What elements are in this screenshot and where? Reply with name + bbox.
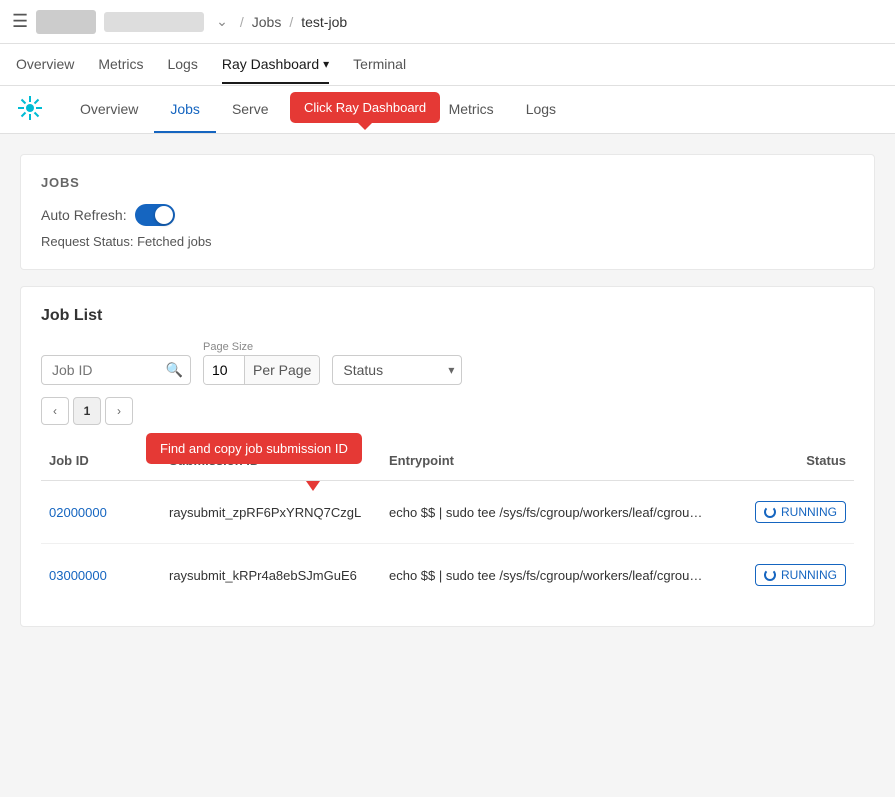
ray-nav-logs[interactable]: Logs	[510, 87, 572, 133]
page-size-label: Page Size	[203, 341, 320, 353]
table-row: 03000000 raysubmit_kRPr4a8ebSJmGuE6 echo…	[41, 544, 854, 606]
ray-nav: Overview Jobs Serve Cluster Actors Metri…	[0, 86, 895, 134]
menu-icon[interactable]: ☰	[12, 11, 28, 32]
job-list-title: Job List	[41, 307, 854, 325]
auto-refresh-label: Auto Refresh:	[41, 207, 127, 223]
jobs-section: JOBS Auto Refresh: Request Status: Fetch…	[20, 154, 875, 270]
submission-id-cell-1: raysubmit_kRPr4a8ebSJmGuE6	[161, 564, 381, 587]
breadcrumb-separator-slash: /	[240, 14, 244, 30]
spinner-icon-1	[764, 569, 776, 581]
col-header-entrypoint: Entrypoint	[381, 449, 714, 472]
pagination-row: ‹ 1 › Find and copy job submission ID	[41, 397, 854, 425]
job-table: Job ID Submission ID Entrypoint Status 0…	[41, 441, 854, 606]
controls-row: 🔍 Page Size Per Page Status RUNNING SUCC…	[41, 341, 854, 385]
tab-overview[interactable]: Overview	[16, 46, 74, 84]
auto-refresh-row: Auto Refresh:	[41, 204, 854, 226]
entrypoint-cell-0: echo $$ | sudo tee /sys/fs/cgroup/worker…	[381, 501, 714, 524]
page-size-input[interactable]	[204, 356, 244, 384]
auto-refresh-toggle[interactable]	[135, 204, 175, 226]
tab-terminal[interactable]: Terminal	[353, 46, 406, 84]
url-placeholder	[104, 12, 204, 32]
ray-nav-actors[interactable]: Actors	[361, 87, 433, 133]
table-header: Job ID Submission ID Entrypoint Status	[41, 441, 854, 481]
dropdown-arrow-icon: ▾	[323, 57, 329, 71]
breadcrumb-separator: ⌄	[216, 13, 228, 30]
jobs-section-title: JOBS	[41, 175, 854, 190]
ray-nav-jobs[interactable]: Jobs	[154, 87, 216, 133]
breadcrumb-jobs: Jobs	[252, 14, 282, 30]
next-page-button[interactable]: ›	[105, 397, 133, 425]
top-bar: ☰ ⌄ / Jobs / test-job	[0, 0, 895, 44]
col-header-job-id: Job ID	[41, 449, 161, 472]
ray-nav-serve[interactable]: Serve	[216, 87, 285, 133]
search-box: 🔍	[41, 355, 191, 385]
job-list-section: Job List 🔍 Page Size Per Page Status RUN…	[20, 286, 875, 627]
submission-id-cell-0: raysubmit_zpRF6PxYRNQ7CzgL	[161, 501, 381, 524]
spinner-icon-0	[764, 506, 776, 518]
tab-metrics[interactable]: Metrics	[98, 46, 143, 84]
ray-nav-container: Overview Jobs Serve Cluster Actors Metri…	[0, 86, 895, 134]
status-cell-0: RUNNING	[714, 497, 854, 527]
tab-logs[interactable]: Logs	[167, 46, 197, 84]
breadcrumb-test-job: test-job	[301, 14, 347, 30]
per-page-label: Per Page	[244, 356, 319, 384]
main-content: JOBS Auto Refresh: Request Status: Fetch…	[0, 134, 895, 734]
prev-page-button[interactable]: ‹	[41, 397, 69, 425]
entrypoint-cell-1: echo $$ | sudo tee /sys/fs/cgroup/worker…	[381, 564, 714, 587]
col-header-submission-id: Submission ID	[161, 449, 381, 472]
ray-nav-metrics[interactable]: Metrics	[433, 87, 510, 133]
submission-tooltip-arrow	[306, 481, 320, 491]
status-select[interactable]: Status RUNNING SUCCEEDED FAILED	[332, 355, 462, 385]
ray-logo	[16, 94, 44, 125]
status-badge-1: RUNNING	[755, 564, 846, 586]
search-icon: 🔍	[166, 362, 183, 379]
tab-bar: Overview Metrics Logs Ray Dashboard ▾ Te…	[0, 44, 895, 86]
tab-ray-dashboard[interactable]: Ray Dashboard ▾	[222, 46, 329, 84]
page-size-container: Page Size Per Page	[203, 341, 320, 385]
page-size-box: Per Page	[203, 355, 320, 385]
job-id-cell-0[interactable]: 02000000	[41, 501, 161, 524]
page-1-button[interactable]: 1	[73, 397, 101, 425]
logo-placeholder	[36, 10, 96, 34]
job-id-cell-1[interactable]: 03000000	[41, 564, 161, 587]
breadcrumb-separator2: /	[289, 14, 293, 30]
status-cell-1: RUNNING	[714, 560, 854, 590]
status-select-wrapper: Status RUNNING SUCCEEDED FAILED ▾	[332, 355, 462, 385]
ray-nav-overview[interactable]: Overview	[64, 87, 154, 133]
ray-nav-cluster[interactable]: Cluster	[285, 87, 361, 133]
table-row: 02000000 raysubmit_zpRF6PxYRNQ7CzgL echo…	[41, 481, 854, 544]
toggle-knob	[155, 206, 173, 224]
col-header-status: Status	[714, 449, 854, 472]
request-status: Request Status: Fetched jobs	[41, 234, 854, 249]
status-badge-0: RUNNING	[755, 501, 846, 523]
